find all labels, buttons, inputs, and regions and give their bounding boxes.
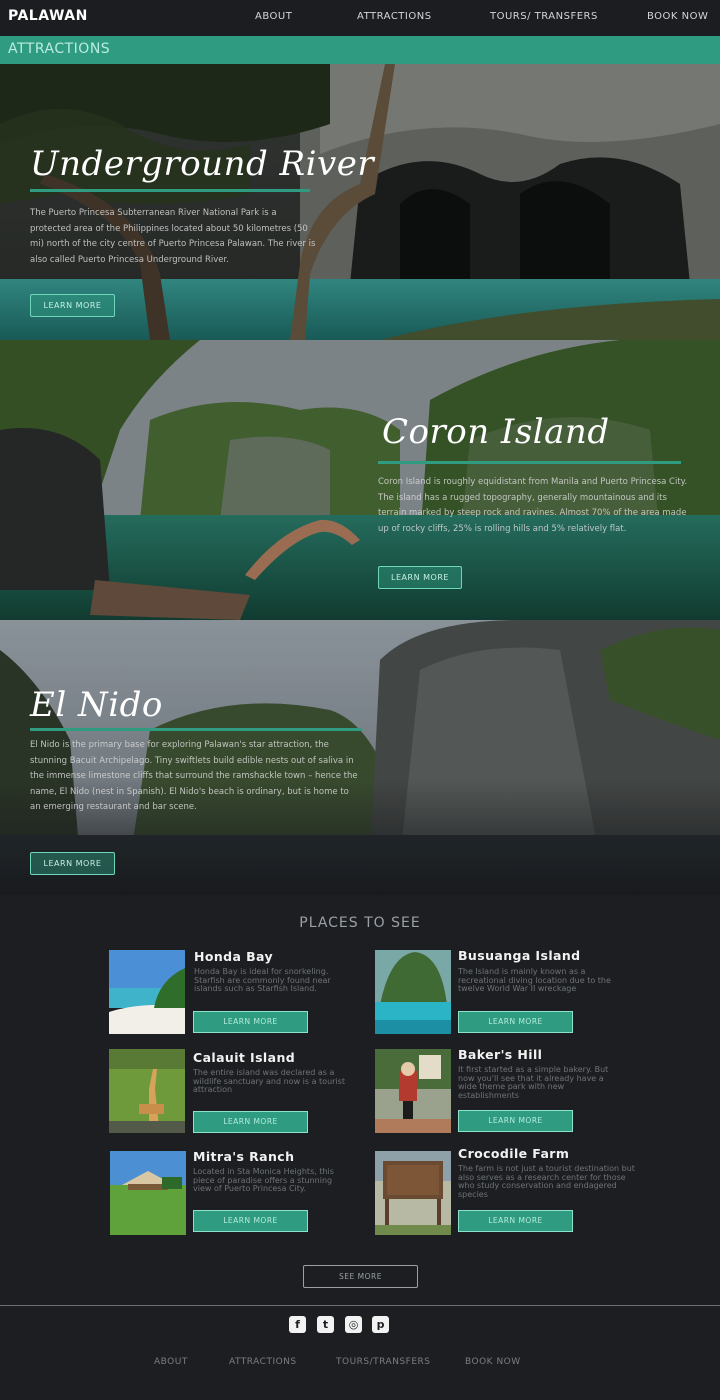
place-description: Located in Sta Monica Heights, this piec… — [193, 1167, 334, 1193]
hero-coron-island: Coron Island Coron Island is roughly equ… — [0, 340, 720, 620]
place-description: The entire island was declared as a wild… — [193, 1068, 345, 1094]
learn-more-button[interactable]: LEARN MORE — [30, 852, 115, 875]
footer-link-book-now[interactable]: BOOK NOW — [465, 1357, 521, 1367]
hero-description: The Puerto Princesa Subterranean River N… — [30, 208, 316, 265]
see-more-button[interactable]: SEE MORE — [303, 1265, 418, 1288]
places-heading: PLACES TO SEE — [299, 915, 421, 931]
section-title: ATTRACTIONS — [8, 41, 111, 57]
footer-link-about[interactable]: ABOUT — [154, 1357, 188, 1367]
place-description: Honda Bay is ideal for snorkeling. Starf… — [194, 967, 331, 993]
learn-more-button[interactable]: LEARN MORE — [458, 1210, 573, 1232]
top-nav: PALAWAN ABOUT ATTRACTIONS TOURS/ TRANSFE… — [0, 0, 720, 35]
hero-divider — [378, 461, 681, 464]
learn-more-button[interactable]: LEARN MORE — [458, 1110, 573, 1132]
footer-link-tours-transfers[interactable]: TOURS/TRANSFERS — [336, 1357, 431, 1367]
hero-description: El Nido is the primary base for explorin… — [30, 740, 358, 812]
place-name: Baker's Hill — [458, 1047, 543, 1062]
twitter-icon[interactable]: t — [317, 1316, 334, 1333]
hero-title: El Nido — [30, 685, 163, 725]
learn-more-button[interactable]: LEARN MORE — [193, 1210, 308, 1232]
facebook-icon[interactable]: f — [289, 1316, 306, 1333]
mitras-ranch-image[interactable] — [110, 1151, 186, 1235]
place-name: Crocodile Farm — [458, 1146, 570, 1161]
instagram-icon[interactable]: ◎ — [345, 1316, 362, 1333]
place-name: Mitra's Ranch — [193, 1149, 295, 1164]
hero-underground-river: Underground River The Puerto Princesa Su… — [0, 64, 720, 340]
place-name: Honda Bay — [194, 949, 274, 964]
learn-more-button[interactable]: LEARN MORE — [30, 294, 115, 317]
section-header-bar: ATTRACTIONS — [0, 36, 720, 64]
bakers-hill-image[interactable] — [375, 1049, 451, 1133]
learn-more-button[interactable]: LEARN MORE — [193, 1011, 308, 1033]
place-description: The Island is mainly known as a recreati… — [458, 967, 611, 993]
crocodile-farm-image[interactable] — [375, 1151, 451, 1235]
footer-link-attractions[interactable]: ATTRACTIONS — [229, 1357, 297, 1367]
hero-divider — [30, 189, 310, 192]
learn-more-button[interactable]: LEARN MORE — [193, 1111, 308, 1133]
pinterest-icon[interactable]: p — [372, 1316, 389, 1333]
place-description: The farm is not just a tourist destinati… — [458, 1164, 635, 1199]
honda-bay-image[interactable] — [109, 950, 185, 1034]
calauit-island-image[interactable] — [109, 1049, 185, 1133]
hero-title: Underground River — [30, 144, 375, 184]
place-name: Busuanga Island — [458, 948, 581, 963]
nav-about[interactable]: ABOUT — [255, 11, 292, 22]
place-description: It first started as a simple bakery. But… — [458, 1065, 609, 1100]
nav-tours-transfers[interactable]: TOURS/ TRANSFERS — [490, 11, 598, 22]
hero-title: Coron Island — [382, 412, 610, 452]
hero-description: Coron Island is roughly equidistant from… — [378, 477, 688, 534]
learn-more-button[interactable]: LEARN MORE — [458, 1011, 573, 1033]
learn-more-button[interactable]: LEARN MORE — [378, 566, 462, 589]
place-name: Calauit Island — [193, 1050, 296, 1065]
busuanga-island-image[interactable] — [375, 950, 451, 1034]
nav-attractions[interactable]: ATTRACTIONS — [357, 11, 432, 22]
footer-divider — [0, 1305, 720, 1306]
hero-el-nido: El Nido El Nido is the primary base for … — [0, 620, 720, 895]
site-logo[interactable]: PALAWAN — [8, 8, 88, 24]
nav-book-now[interactable]: BOOK NOW — [647, 11, 708, 22]
hero-divider — [30, 728, 362, 731]
